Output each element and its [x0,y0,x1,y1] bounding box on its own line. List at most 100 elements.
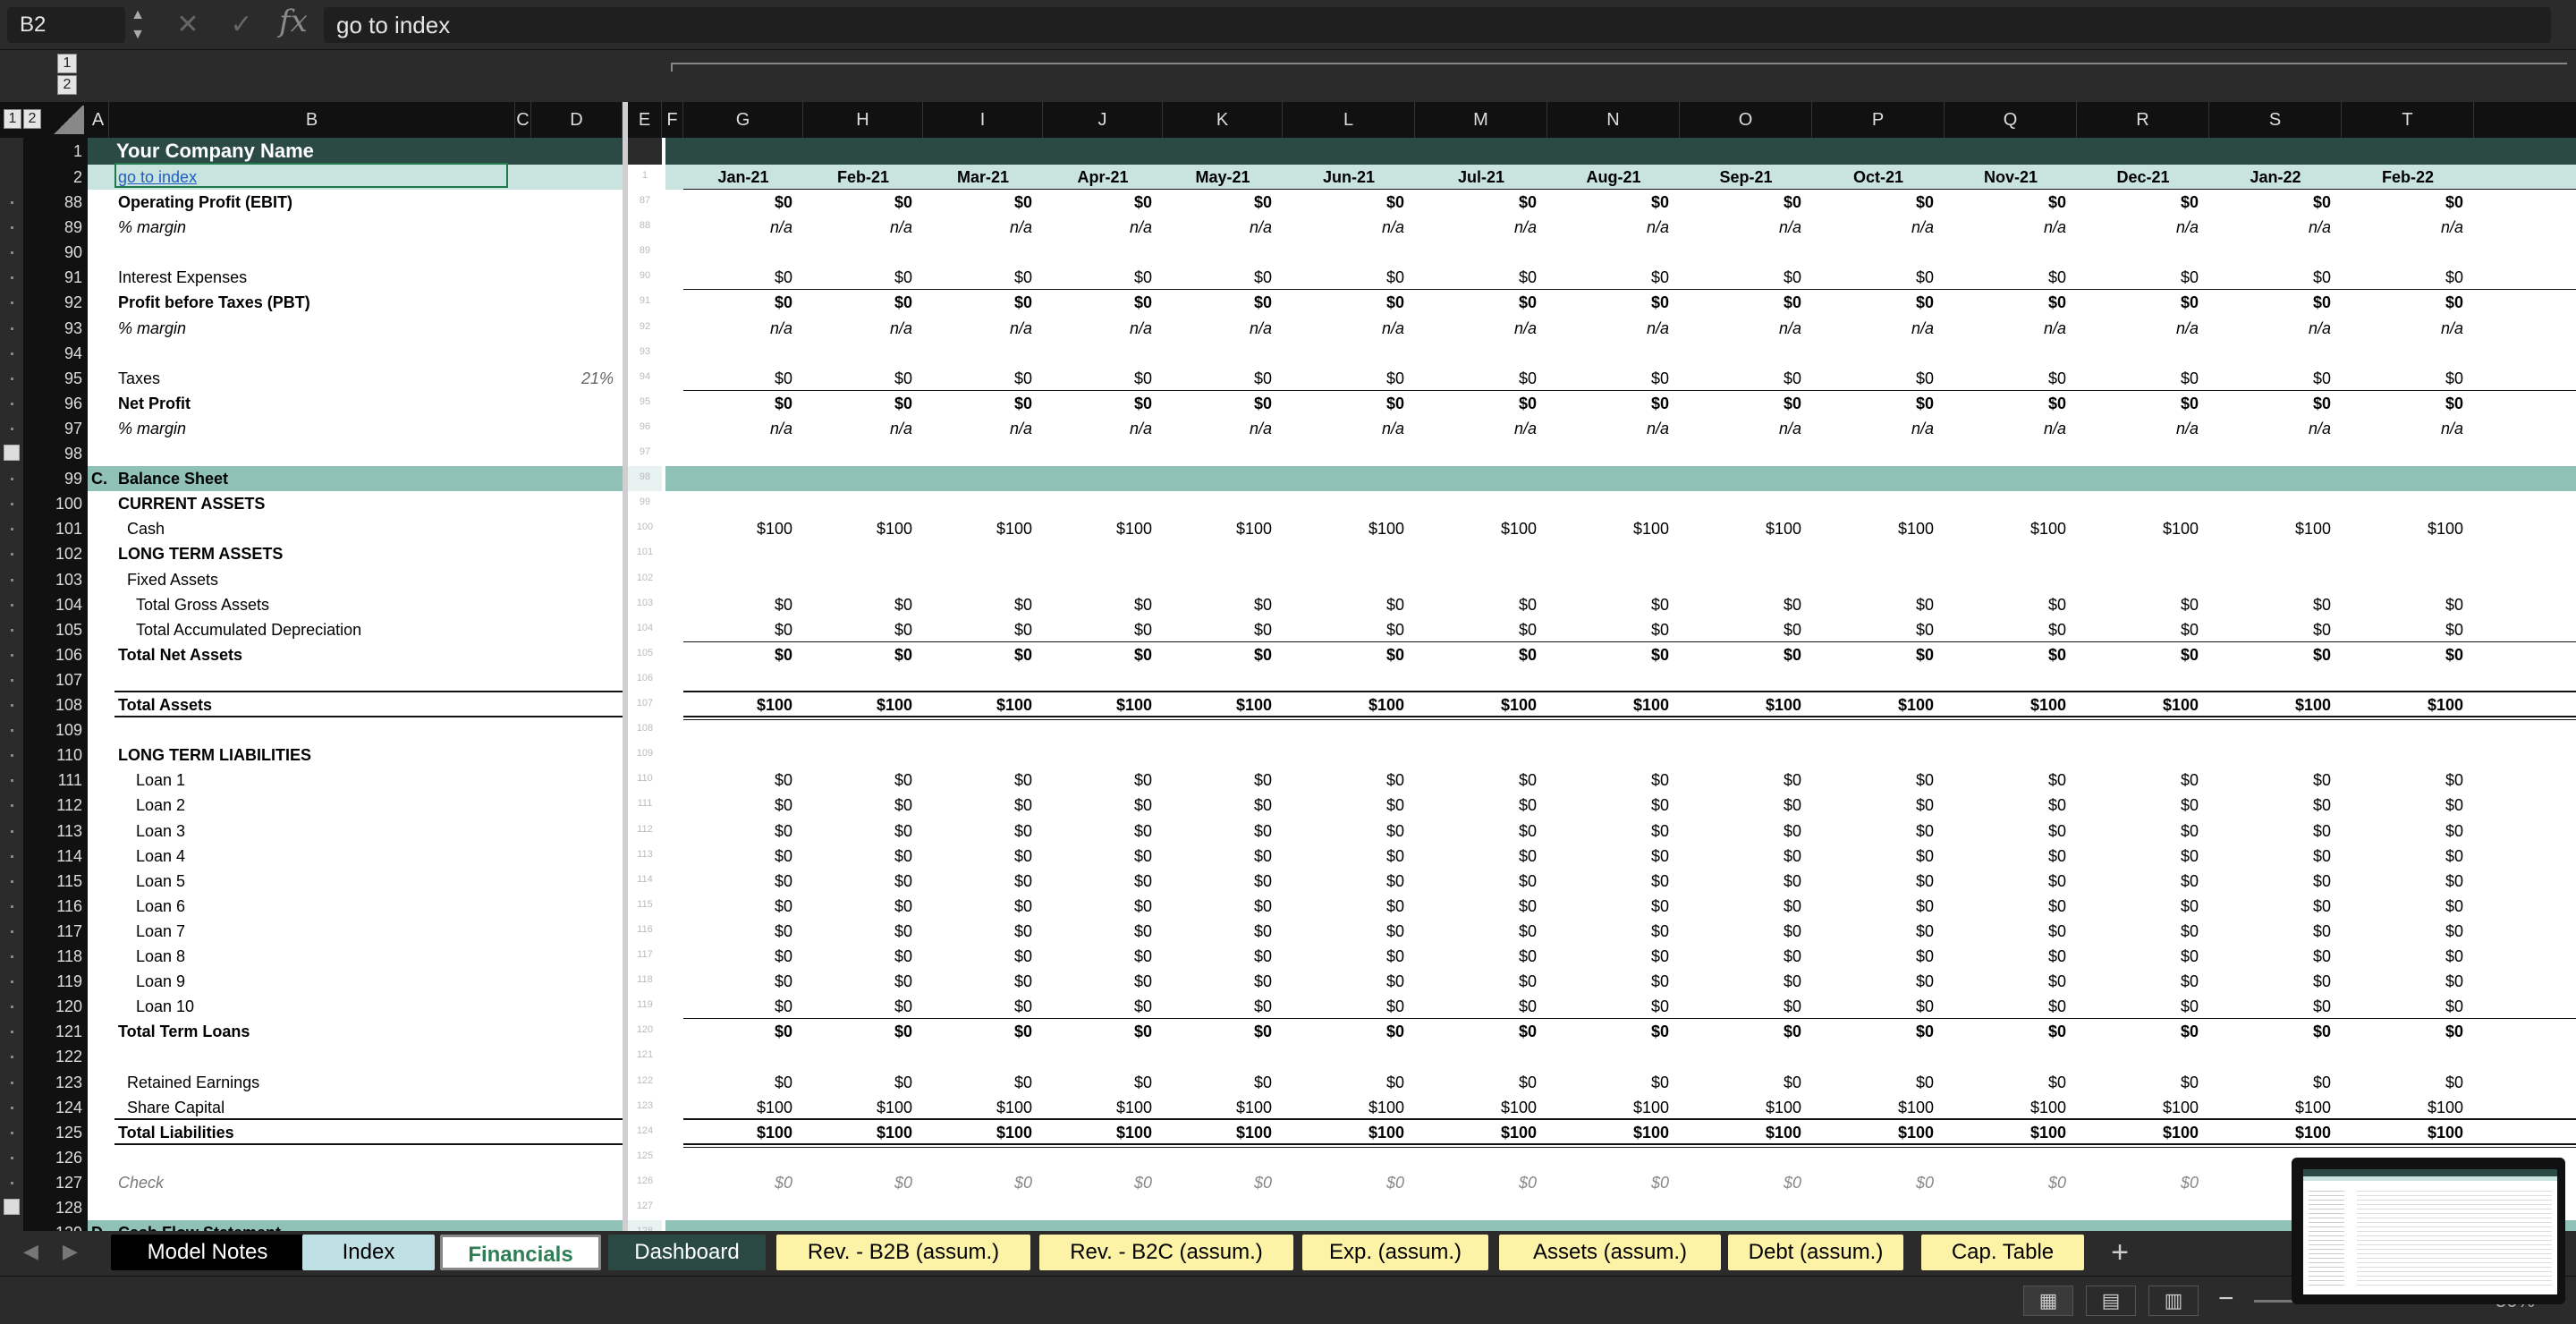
row-header[interactable]: 122 [23,1044,88,1069]
normal-view-icon[interactable]: ▦ [2023,1286,2073,1316]
column-header-p[interactable]: P [1812,102,1945,138]
row-header[interactable]: 125 [23,1120,88,1145]
row-header[interactable]: 91 [23,265,88,290]
row-header[interactable]: 101 [23,516,88,541]
column-header-s[interactable]: S [2209,102,2342,138]
column-header-k[interactable]: K [1163,102,1283,138]
collapse-group-icon[interactable] [4,445,20,461]
confirm-icon[interactable]: ✓ [224,5,259,45]
collapse-group-icon[interactable] [4,1199,20,1215]
row-header[interactable]: 113 [23,819,88,844]
row-header[interactable]: 110 [23,743,88,768]
row-header[interactable]: 108 [23,692,88,717]
column-outline-level-2-button[interactable]: 2 [57,75,77,95]
column-header-c[interactable]: C [515,102,531,138]
column-header-m[interactable]: M [1415,102,1547,138]
row-header[interactable]: 111 [23,768,88,793]
row-header[interactable]: 94 [23,341,88,366]
sheet-tab-assets-assum[interactable]: Assets (assum.) [1499,1235,1721,1270]
sheet-tab-debt-assum[interactable]: Debt (assum.) [1728,1235,1903,1270]
column-header-i[interactable]: I [923,102,1043,138]
row-header[interactable]: 92 [23,290,88,315]
add-sheet-button[interactable]: + [2098,1236,2141,1270]
column-outline-level-1-button[interactable]: 1 [57,54,77,73]
select-all-button[interactable] [52,106,84,134]
column-header-h[interactable]: H [803,102,923,138]
row-header-2[interactable]: 2 [23,165,88,190]
row-header[interactable]: 116 [23,894,88,919]
row-outline-level-1-button[interactable]: 1 [4,109,21,129]
row-header[interactable]: 90 [23,240,88,265]
insert-function-icon[interactable]: fx [279,4,308,39]
row-header[interactable]: 104 [23,592,88,617]
row-header[interactable]: 106 [23,642,88,667]
column-header-j[interactable]: J [1043,102,1163,138]
cancel-icon[interactable]: ✕ [170,5,206,45]
row-header[interactable]: 107 [23,667,88,692]
row-header[interactable]: 97 [23,416,88,441]
zoom-out-button[interactable]: − [2218,1284,2234,1314]
column-header-f[interactable]: F [662,102,683,138]
row-header[interactable]: 117 [23,919,88,944]
name-box[interactable]: B2 [7,7,125,43]
row-header[interactable]: 128 [23,1195,88,1220]
row-header[interactable]: 88 [23,190,88,215]
value-cell: $0 [1518,645,1537,664]
column-header-o[interactable]: O [1680,102,1812,138]
column-header-d[interactable]: D [531,102,623,138]
sheet-tab-model-notes[interactable]: Model Notes [111,1235,304,1270]
sheet-tab-index[interactable]: Index [302,1235,435,1270]
column-header-t[interactable]: T [2342,102,2474,138]
name-box-stepper-icon[interactable]: ▲ ▼ [127,5,148,45]
row-header[interactable]: 121 [23,1019,88,1044]
row-header[interactable]: 102 [23,541,88,566]
row-outline-level-2-button[interactable]: 2 [23,109,41,129]
sheet-tab-financials[interactable]: Financials [440,1235,601,1270]
column-header-r[interactable]: R [2077,102,2209,138]
formula-input[interactable]: go to index [324,7,2551,43]
row-header[interactable]: 103 [23,567,88,592]
column-header-a[interactable]: A [88,102,109,138]
sheet-minimap[interactable] [2292,1158,2565,1304]
column-header-l[interactable]: L [1283,102,1415,138]
row-header[interactable]: 95 [23,366,88,391]
sheet-tab-cap-table[interactable]: Cap. Table [1921,1235,2084,1270]
row-header[interactable]: 123 [23,1070,88,1095]
row-header[interactable]: 105 [23,617,88,642]
sheet-tab-rev-b2b-assum[interactable]: Rev. - B2B (assum.) [776,1235,1030,1270]
row-header[interactable]: 96 [23,391,88,416]
row-header[interactable]: 119 [23,969,88,994]
row-header[interactable]: 100 [23,491,88,516]
row-header[interactable]: 129 [23,1220,88,1231]
row-header[interactable]: 98 [23,441,88,466]
row-header[interactable]: 115 [23,869,88,894]
row-header[interactable]: 112 [23,793,88,818]
row-header[interactable]: 114 [23,844,88,869]
value-cell: n/a [1009,218,1032,237]
column-header-b[interactable]: B [109,102,515,138]
prev-sheet-arrow-icon[interactable]: ◀ [23,1240,38,1263]
row-header[interactable]: 118 [23,944,88,969]
row-header[interactable]: 120 [23,994,88,1019]
row-header[interactable]: 127 [23,1170,88,1195]
value-cell: $100 [1897,1098,1934,1116]
next-sheet-arrow-icon[interactable]: ▶ [63,1240,78,1263]
page-break-view-icon[interactable]: ▥ [2148,1286,2199,1316]
row-header[interactable]: 93 [23,316,88,341]
value-cell: $0 [1783,947,1801,965]
column-header-e[interactable]: E [628,102,662,138]
row-header[interactable]: 89 [23,215,88,240]
sheet-tab-dashboard[interactable]: Dashboard [608,1235,766,1270]
row-header-1[interactable]: 1 [23,138,88,165]
column-header-g[interactable]: G [683,102,803,138]
outline-dot [11,553,13,556]
column-header-q[interactable]: Q [1945,102,2077,138]
sheet-tab-exp-assum[interactable]: Exp. (assum.) [1302,1235,1488,1270]
page-layout-view-icon[interactable]: ▤ [2086,1286,2136,1316]
row-header[interactable]: 99 [23,466,88,491]
sheet-tab-rev-b2c-assum[interactable]: Rev. - B2C (assum.) [1039,1235,1293,1270]
column-header-n[interactable]: N [1547,102,1680,138]
row-header[interactable]: 124 [23,1095,88,1120]
row-header[interactable]: 126 [23,1145,88,1170]
row-header[interactable]: 109 [23,717,88,743]
